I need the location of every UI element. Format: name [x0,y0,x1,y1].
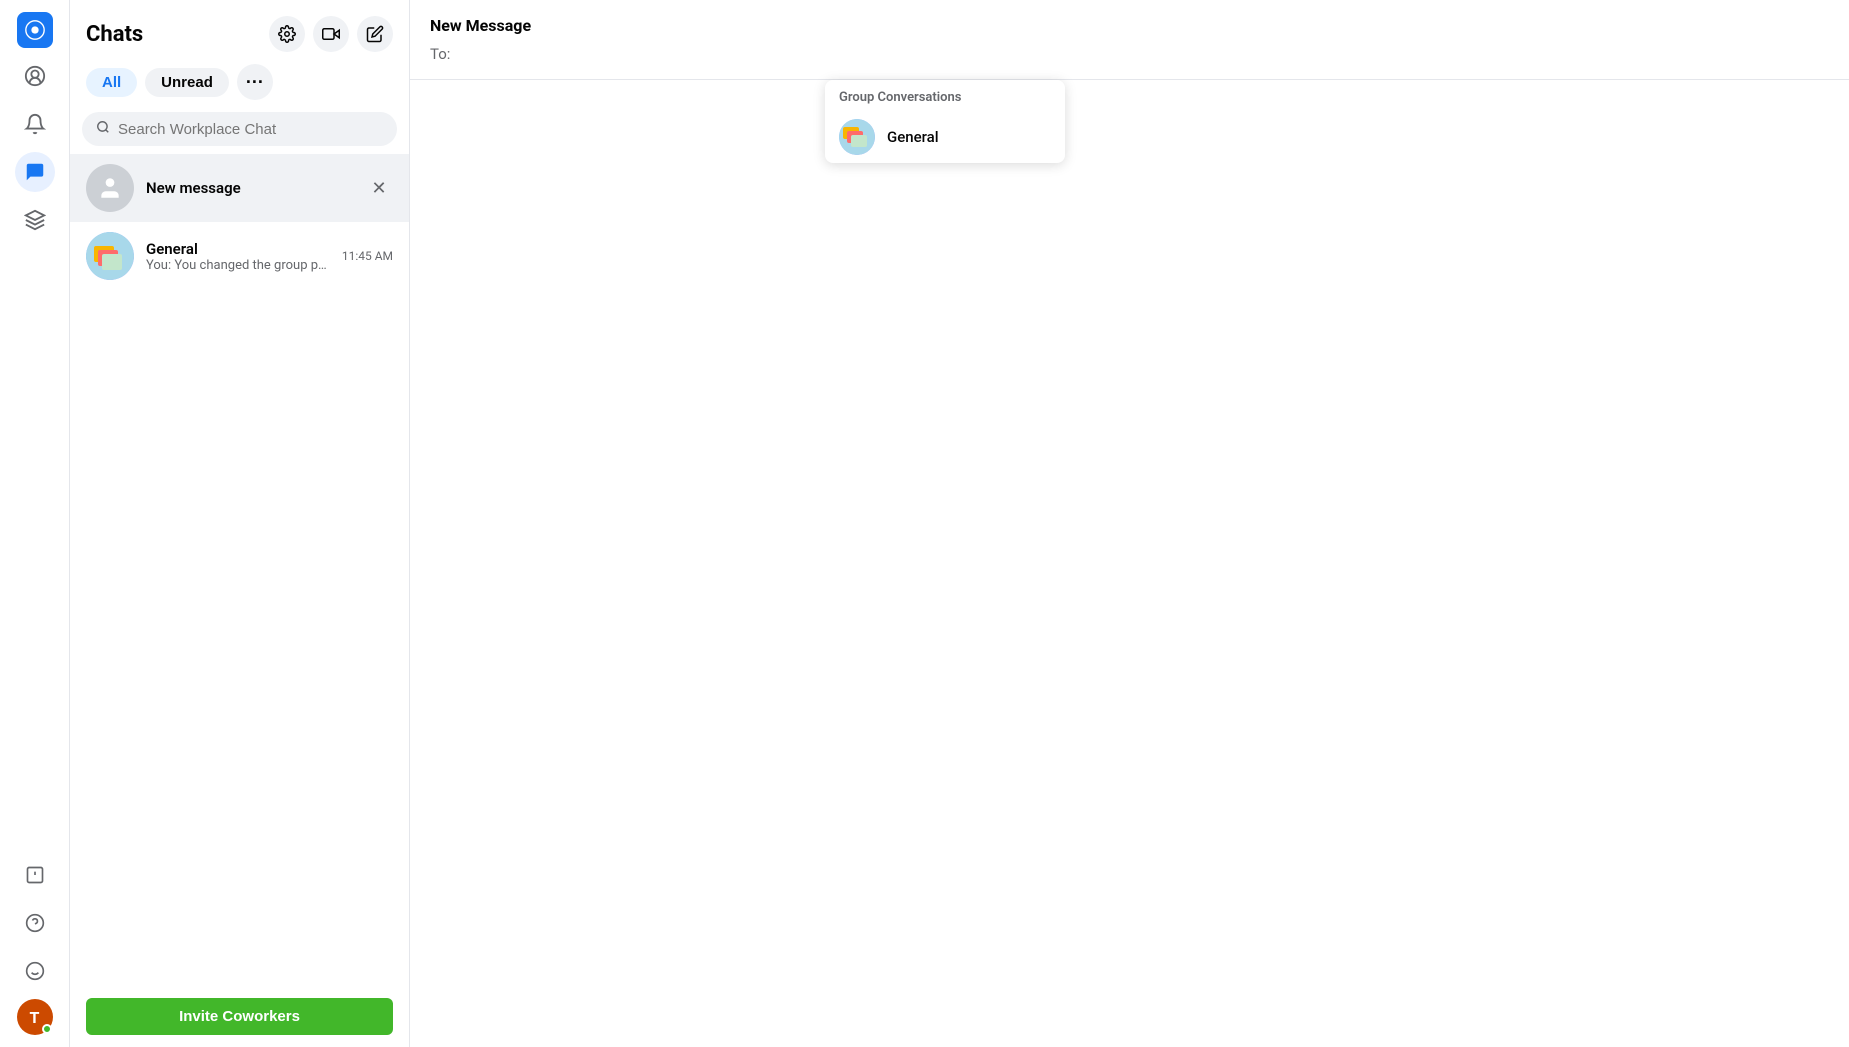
nav-chat-icon[interactable] [15,152,55,192]
chat-time: 11:45 AM [342,249,393,263]
dropdown-item-name: General [887,128,939,146]
search-box [82,112,397,146]
dropdown-group-avatar [839,119,875,155]
user-initials: T [30,1008,40,1027]
chats-title: Chats [86,22,143,47]
video-call-button[interactable] [313,16,349,52]
to-label: To: [430,45,450,63]
new-message-avatar [86,164,134,212]
new-message-title: New Message [430,16,1829,35]
group-avatar [86,232,134,280]
conversation-list: General You: You changed the group photo… [70,222,409,290]
nav-apps-icon[interactable] [15,200,55,240]
nav-help-icon[interactable] [15,903,55,943]
new-message-item[interactable]: New message ✕ [70,154,409,222]
search-container [70,112,409,154]
compose-button[interactable] [357,16,393,52]
group-avatar-inner [86,232,134,280]
left-navigation: T [0,0,70,1047]
search-input[interactable] [118,121,383,138]
to-field: To: [430,45,1829,63]
new-message-label: New message [146,179,241,197]
chat-sidebar: Chats All [70,0,410,1047]
chat-preview: You: You changed the group photo. [146,258,330,273]
nav-home-icon[interactable] [15,56,55,96]
nav-notifications-icon[interactable] [15,104,55,144]
nav-feedback-icon[interactable] [15,855,55,895]
settings-button[interactable] [269,16,305,52]
dropdown-section-label: Group Conversations [825,80,1065,111]
search-icon [96,120,110,138]
new-message-left: New message [86,164,241,212]
main-content-area: New Message To: Group Conversations Gene… [410,0,1849,1047]
user-avatar[interactable]: T [17,999,53,1035]
invite-coworkers-button[interactable]: Invite Coworkers [86,998,393,1035]
dropdown-item[interactable]: General [825,111,1065,163]
invite-btn-container: Invite Coworkers [70,986,409,1047]
filter-more-tab[interactable]: ··· [237,64,273,100]
filter-all-tab[interactable]: All [86,68,137,97]
chat-header: Chats [70,0,409,60]
nav-bottom-section: T [15,855,55,1035]
chat-name: General [146,240,330,258]
recipients-dropdown: Group Conversations General [825,80,1065,163]
filter-unread-tab[interactable]: Unread [145,68,229,97]
chat-info: General You: You changed the group photo… [146,240,330,273]
nav-emoji-icon[interactable] [15,951,55,991]
new-message-header: New Message To: [410,0,1849,80]
workplace-logo [17,12,53,48]
header-icons-group [269,16,393,52]
close-new-message-button[interactable]: ✕ [365,174,393,202]
filter-tabs: All Unread ··· [70,60,409,112]
online-status-dot [42,1024,52,1034]
list-item[interactable]: General You: You changed the group photo… [70,222,409,290]
